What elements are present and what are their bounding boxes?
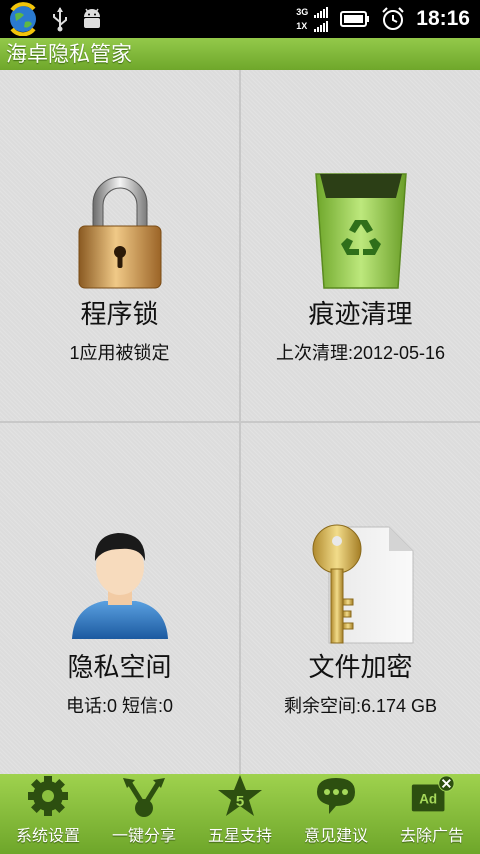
- nav-label: 系统设置: [15, 826, 80, 845]
- nav-feedback[interactable]: 意见建议: [288, 774, 384, 854]
- nav-label: 一键分享: [111, 826, 176, 845]
- tile-subtitle: 1应用被锁定: [69, 343, 170, 363]
- tile-private-space[interactable]: 隐私空间 电话:0 短信:0: [0, 423, 239, 774]
- tile-subtitle: 上次清理:2012-05-16: [275, 343, 446, 363]
- remove-ad-icon: Ad: [408, 774, 456, 818]
- nav-remove-ads[interactable]: Ad 去除广告: [384, 774, 480, 854]
- tile-title: 文件加密: [308, 653, 413, 683]
- signal-3g-1x-icon: 3G 1X: [296, 7, 330, 32]
- status-clock: 18:16: [416, 7, 470, 30]
- tile-trace-clean[interactable]: 痕迹清理 上次清理:2012-05-16: [241, 70, 480, 421]
- tile-app-lock[interactable]: 程序锁 1应用被锁定: [0, 70, 239, 421]
- tile-subtitle: 电话:0 短信:0: [65, 696, 174, 716]
- chat-bubble-icon: [312, 774, 360, 818]
- nav-five-star[interactable]: 5 五星支持: [192, 774, 288, 854]
- tile-title: 痕迹清理: [308, 300, 413, 330]
- nav-system-settings[interactable]: 系统设置: [0, 774, 96, 854]
- app-title: 海卓隐私管家: [0, 38, 480, 70]
- tile-title: 隐私空间: [67, 653, 172, 683]
- recycle-bin-icon: [314, 173, 407, 289]
- tile-file-encrypt[interactable]: 文件加密 剩余空间:6.174 GB: [241, 423, 480, 774]
- bottom-nav: 系统设置 一键分享 5 五星支持 意见建议 Ad 去除广告: [0, 774, 480, 854]
- status-bar: 3G 1X 18:16: [0, 0, 480, 38]
- nav-label: 去除广告: [399, 826, 464, 845]
- alarm-clock-icon: [380, 6, 406, 32]
- network-3g-label: 3G: [296, 7, 309, 17]
- star-icon: 5: [216, 774, 264, 818]
- nav-label: 意见建议: [303, 826, 368, 845]
- feature-grid: 程序锁 1应用被锁定 痕迹清理 上次清理:2012-05-16 隐私空间 电话:…: [0, 70, 480, 774]
- usb-icon: [50, 6, 70, 32]
- gear-icon: [24, 774, 72, 818]
- network-1x-label: 1X: [296, 21, 308, 31]
- android-icon: [80, 6, 104, 32]
- ad-badge: Ad: [419, 792, 437, 807]
- nav-one-click-share[interactable]: 一键分享: [96, 774, 192, 854]
- person-icon: [71, 533, 168, 639]
- battery-icon: [340, 10, 370, 28]
- tile-subtitle: 剩余空间:6.174 GB: [283, 696, 438, 716]
- star-badge: 5: [236, 793, 244, 810]
- share-icon: [120, 774, 168, 818]
- globe-sync-icon: [6, 2, 40, 36]
- nav-label: 五星支持: [207, 826, 272, 845]
- tile-title: 程序锁: [80, 300, 159, 330]
- key-file-icon: [312, 524, 413, 644]
- padlock-icon: [78, 176, 161, 289]
